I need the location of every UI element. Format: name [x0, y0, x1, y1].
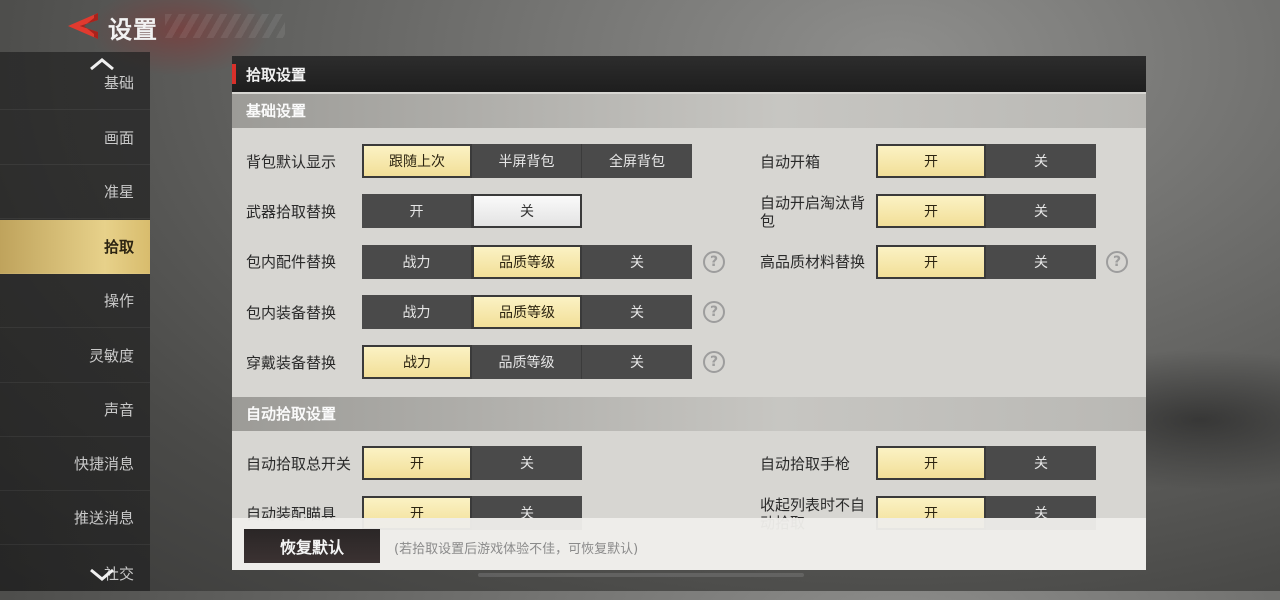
page-title: 设置 [108, 16, 158, 44]
auto-pick-pistol-toggle: 开 关 [876, 446, 1096, 480]
sidebar-item-pickup[interactable]: 拾取 [0, 220, 150, 274]
auto-open-eliminated-on[interactable]: 开 [876, 194, 986, 228]
sidebar-item-label: 推送消息 [73, 509, 134, 527]
weapon-replace-label: 武器拾取替换 [246, 203, 337, 221]
equipment-replace-selector: 战力 品质等级 关 [362, 295, 692, 329]
auto-open-box-label: 自动开箱 [760, 153, 821, 171]
wear-replace-label: 穿戴装备替换 [246, 354, 337, 372]
sidebar-item-label: 灵敏度 [88, 347, 134, 365]
sidebar-item-controls[interactable]: 操作 [0, 274, 150, 328]
equipment-replace-help-icon[interactable]: ? [703, 301, 725, 323]
equipment-replace-power[interactable]: 战力 [362, 295, 472, 329]
equipment-replace-label: 包内装备替换 [246, 304, 337, 322]
sidebar-item-sensitivity[interactable]: 灵敏度 [0, 329, 150, 383]
auto-open-box-toggle: 开 关 [876, 144, 1096, 178]
auto-pick-pistol-on[interactable]: 开 [876, 446, 986, 480]
sidebar-item-social[interactable]: 社交 [0, 546, 150, 600]
sidebar-item-label: 操作 [103, 292, 134, 310]
auto-open-box-on[interactable]: 开 [876, 144, 986, 178]
auto-pick-master-off[interactable]: 关 [472, 446, 582, 480]
weapon-replace-off[interactable]: 关 [472, 194, 582, 228]
bag-default-selector: 跟随上次 半屏背包 全屏背包 [362, 144, 692, 178]
auto-pick-master-toggle: 开 关 [362, 446, 582, 480]
sidebar-item-graphics[interactable]: 画面 [0, 111, 150, 165]
attachment-replace-label: 包内配件替换 [246, 253, 337, 271]
auto-pick-pistol-off[interactable]: 关 [986, 446, 1096, 480]
bag-default-label: 背包默认显示 [246, 153, 337, 171]
hq-material-on[interactable]: 开 [876, 245, 986, 279]
weapon-replace-toggle: 开 关 [362, 194, 582, 228]
sidebar-scroll-down[interactable] [88, 567, 116, 581]
auto-open-box-off[interactable]: 关 [986, 144, 1096, 178]
back-arrow-icon [68, 13, 98, 39]
bag-default-option-half[interactable]: 半屏背包 [472, 144, 582, 178]
hq-material-off[interactable]: 关 [986, 245, 1096, 279]
sidebar-item-label: 基础 [103, 74, 134, 92]
sidebar-item-label: 快捷消息 [73, 455, 134, 473]
panel-accent-bar [232, 64, 236, 84]
auto-pick-pistol-label: 自动拾取手枪 [760, 455, 851, 473]
auto-open-eliminated-off[interactable]: 关 [986, 194, 1096, 228]
title-decoration [165, 14, 285, 38]
wear-replace-help-icon[interactable]: ? [703, 351, 725, 373]
reset-hint-text: (若拾取设置后游戏体验不佳，可恢复默认) [394, 542, 639, 557]
reset-default-button[interactable]: 恢复默认 [244, 529, 380, 563]
scroll-indicator [478, 573, 804, 577]
sidebar-item-crosshair[interactable]: 准星 [0, 165, 150, 219]
sidebar-item-quick-message[interactable]: 快捷消息 [0, 437, 150, 491]
auto-open-eliminated-toggle: 开 关 [876, 194, 1096, 228]
auto-pick-master-label: 自动拾取总开关 [246, 455, 352, 473]
equipment-replace-off[interactable]: 关 [582, 295, 692, 329]
sidebar-item-push-message[interactable]: 推送消息 [0, 491, 150, 545]
sidebar-item-label: 声音 [103, 401, 134, 419]
sidebar-item-label: 拾取 [103, 238, 134, 256]
weapon-replace-on[interactable]: 开 [362, 194, 472, 228]
wear-replace-power[interactable]: 战力 [362, 345, 472, 379]
section-basic-settings: 基础设置 [232, 94, 1146, 128]
wear-replace-quality[interactable]: 品质等级 [472, 345, 582, 379]
panel-header: 拾取设置 [232, 56, 1146, 92]
sidebar-item-sound[interactable]: 声音 [0, 383, 150, 437]
hq-material-label: 高品质材料替换 [760, 253, 866, 271]
attachment-replace-power[interactable]: 战力 [362, 245, 472, 279]
section-auto-pickup-settings: 自动拾取设置 [232, 397, 1146, 431]
equipment-replace-quality[interactable]: 品质等级 [472, 295, 582, 329]
attachment-replace-help-icon[interactable]: ? [703, 251, 725, 273]
auto-pick-master-on[interactable]: 开 [362, 446, 472, 480]
hq-material-toggle: 开 关 [876, 245, 1096, 279]
chevron-down-icon [90, 568, 114, 581]
sidebar-item-basic[interactable]: 基础 [0, 56, 150, 110]
sidebar-item-label: 准星 [103, 183, 134, 201]
attachment-replace-quality[interactable]: 品质等级 [472, 245, 582, 279]
pickup-settings-panel: 拾取设置 基础设置 背包默认显示 跟随上次 半屏背包 全屏背包 武器拾取替换 开… [232, 56, 1146, 570]
sidebar-item-label: 画面 [103, 129, 134, 147]
hq-material-help-icon[interactable]: ? [1106, 251, 1128, 273]
back-button[interactable] [64, 10, 104, 42]
panel-title: 拾取设置 [246, 66, 307, 84]
wear-replace-selector: 战力 品质等级 关 [362, 345, 692, 379]
attachment-replace-off[interactable]: 关 [582, 245, 692, 279]
bag-default-option-full[interactable]: 全屏背包 [582, 144, 692, 178]
auto-open-eliminated-label: 自动开启淘汰背包 [760, 194, 866, 230]
attachment-replace-selector: 战力 品质等级 关 [362, 245, 692, 279]
bag-default-option-follow[interactable]: 跟随上次 [362, 144, 472, 178]
wear-replace-off[interactable]: 关 [582, 345, 692, 379]
